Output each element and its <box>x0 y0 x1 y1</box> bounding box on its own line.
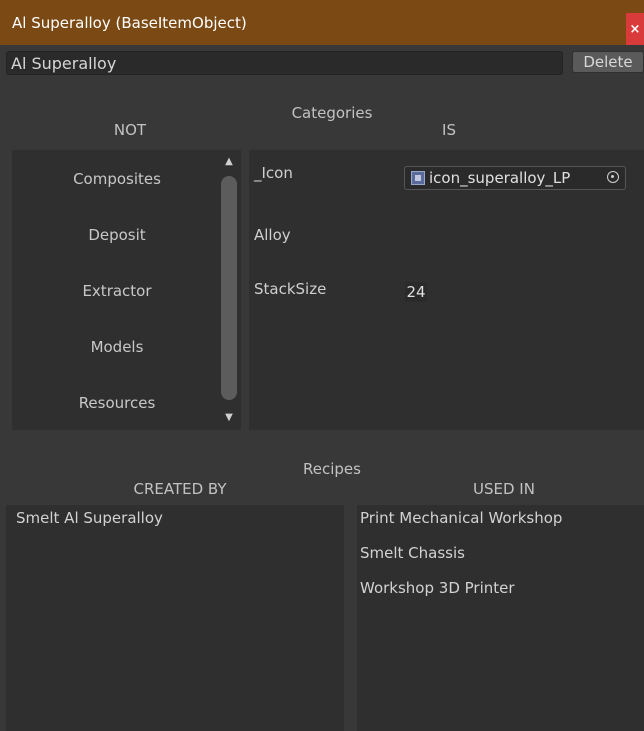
scroll-up-icon[interactable]: ▲ <box>223 156 235 168</box>
property-label-alloy: Alloy <box>254 226 291 244</box>
scroll-down-icon[interactable]: ▼ <box>223 412 235 424</box>
created-by-header: CREATED BY <box>133 480 227 498</box>
recipes-title: Recipes <box>303 460 361 478</box>
list-item[interactable]: Print Mechanical Workshop <box>360 509 562 527</box>
delete-button[interactable]: Delete <box>572 51 644 73</box>
is-header: IS <box>442 121 456 139</box>
scrollbar-thumb[interactable] <box>221 176 237 400</box>
used-in-list[interactable] <box>357 505 644 731</box>
window-title: Al Superalloy (BaseItemObject) <box>12 13 247 32</box>
list-item[interactable]: Smelt Chassis <box>360 544 465 562</box>
object-picker-icon[interactable] <box>607 171 619 183</box>
window-title-bar: Al Superalloy (BaseItemObject) × <box>0 0 644 45</box>
property-label-stacksize: StackSize <box>254 280 327 298</box>
list-item[interactable]: Extractor <box>12 282 222 300</box>
list-item[interactable]: Deposit <box>12 226 222 244</box>
not-header: NOT <box>113 121 147 139</box>
list-item[interactable]: Models <box>12 338 222 356</box>
icon-field-value: icon_superalloy_LP <box>429 169 571 187</box>
icon-object-field[interactable]: icon_superalloy_LP <box>404 166 626 190</box>
stacksize-field[interactable]: 24 <box>404 281 428 303</box>
not-list-scrollbar[interactable]: ▲ ▼ <box>217 150 241 430</box>
not-category-list[interactable]: Composites Deposit Extractor Models Reso… <box>12 150 217 430</box>
used-in-header: USED IN <box>473 480 535 498</box>
categories-title: Categories <box>291 104 373 122</box>
list-item[interactable]: Smelt Al Superalloy <box>16 509 163 527</box>
list-item[interactable]: Workshop 3D Printer <box>360 579 515 597</box>
close-button[interactable]: × <box>626 13 644 45</box>
created-by-list[interactable] <box>6 505 344 731</box>
list-item[interactable]: Resources <box>12 394 222 412</box>
name-row: Delete <box>0 49 644 77</box>
list-item[interactable]: Composites <box>12 170 222 188</box>
property-label-icon: _Icon <box>254 164 293 182</box>
texture-icon <box>411 171 425 185</box>
item-name-input[interactable] <box>6 51 563 75</box>
